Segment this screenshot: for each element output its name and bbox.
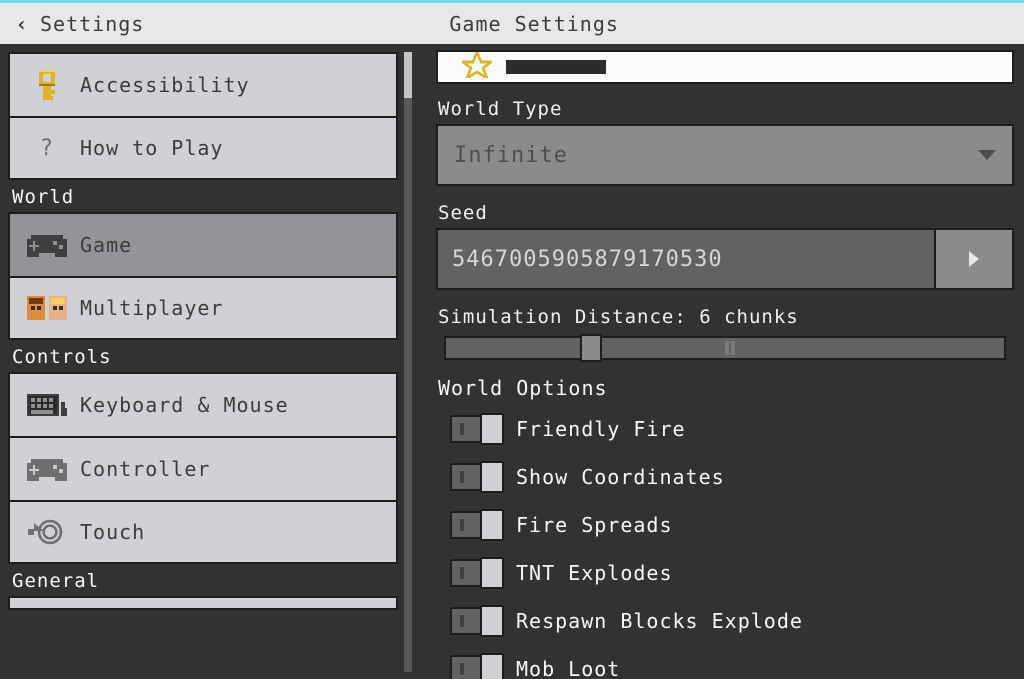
world-options-label: World Options xyxy=(438,376,1014,400)
sidebar-item-controller[interactable]: Controller xyxy=(8,436,398,500)
toggle-label: Respawn Blocks Explode xyxy=(516,609,803,633)
sidebar-item-how-to-play[interactable]: ? How to Play xyxy=(8,116,398,180)
toggle-respawn-blocks-explode[interactable]: Respawn Blocks Explode xyxy=(450,602,1014,640)
chevron-down-icon xyxy=(978,150,996,160)
sidebar-item-touch[interactable]: Touch xyxy=(8,500,398,564)
sidebar-item-label: Keyboard & Mouse xyxy=(80,393,289,417)
simulation-distance-label: Simulation Distance: 6 chunks xyxy=(438,306,1014,328)
controller-icon xyxy=(24,453,70,485)
toggle-mob-loot[interactable]: Mob Loot xyxy=(450,650,1014,679)
sidebar-group-world: World xyxy=(12,186,398,208)
sidebar-item-label: Touch xyxy=(80,520,145,544)
simulation-distance-slider[interactable] xyxy=(444,336,1006,360)
seed-picker-button[interactable] xyxy=(936,228,1014,290)
sidebar-item-label: Multiplayer xyxy=(80,296,223,320)
back-chevron-icon[interactable]: ‹ xyxy=(10,12,34,36)
toggle-show-coordinates[interactable]: Show Coordinates xyxy=(450,458,1014,496)
star-icon xyxy=(462,52,492,83)
keyboard-icon xyxy=(24,389,70,421)
sidebar-item-label: Controller xyxy=(80,457,210,481)
toggle-switch[interactable] xyxy=(450,511,502,539)
toggle-label: Friendly Fire xyxy=(516,417,686,441)
sidebar-scrollbar-thumb[interactable] xyxy=(404,52,412,98)
world-type-value: Infinite xyxy=(454,143,568,168)
chevron-right-icon xyxy=(969,251,979,267)
sidebar-item-label: How to Play xyxy=(80,136,223,160)
world-type-dropdown[interactable]: Infinite xyxy=(436,124,1014,186)
toggle-label: TNT Explodes xyxy=(516,561,673,585)
toggle-switch[interactable] xyxy=(450,463,502,491)
toggle-tnt-explodes[interactable]: TNT Explodes xyxy=(450,554,1014,592)
seed-value: 5467005905879170530 xyxy=(452,247,723,272)
slider-thumb[interactable] xyxy=(580,334,602,362)
sidebar-scrollbar[interactable] xyxy=(404,52,412,672)
seed-label: Seed xyxy=(438,202,1014,224)
toggle-fire-spreads[interactable]: Fire Spreads xyxy=(450,506,1014,544)
obscured-section-title xyxy=(506,60,606,74)
players-icon xyxy=(24,292,70,324)
world-type-label: World Type xyxy=(438,98,1014,120)
key-icon xyxy=(24,69,70,101)
sidebar-group-general: General xyxy=(12,570,398,592)
toggle-switch[interactable] xyxy=(450,559,502,587)
controller-icon xyxy=(24,229,70,261)
toggle-label: Show Coordinates xyxy=(516,465,725,489)
toggle-label: Fire Spreads xyxy=(516,513,673,537)
seed-input[interactable]: 5467005905879170530 xyxy=(436,228,936,290)
sidebar-item-game[interactable]: Game xyxy=(8,212,398,276)
toggle-switch[interactable] xyxy=(450,607,502,635)
section-header-strip[interactable] xyxy=(436,50,1014,84)
back-label[interactable]: Settings xyxy=(40,12,144,36)
sidebar-group-controls: Controls xyxy=(12,346,398,368)
sidebar: Accessibility ? How to Play World xyxy=(8,52,398,679)
settings-panel: World Type Infinite Seed 546700590587917… xyxy=(418,44,1024,679)
touch-icon xyxy=(24,516,70,548)
sidebar-item-keyboard-mouse[interactable]: Keyboard & Mouse xyxy=(8,372,398,436)
toggle-label: Mob Loot xyxy=(516,657,620,679)
slider-tick xyxy=(725,341,729,355)
sidebar-item-label: Accessibility xyxy=(80,73,250,97)
title-bar: ‹ Settings Game Settings xyxy=(0,0,1024,44)
page-title: Game Settings xyxy=(144,12,1024,36)
question-icon: ? xyxy=(24,132,70,164)
sidebar-item-multiplayer[interactable]: Multiplayer xyxy=(8,276,398,340)
slider-tick xyxy=(731,341,735,355)
toggle-switch[interactable] xyxy=(450,415,502,443)
sidebar-item-label: Game xyxy=(80,233,132,257)
toggle-switch[interactable] xyxy=(450,655,502,679)
sidebar-item-accessibility[interactable]: Accessibility xyxy=(8,52,398,116)
toggle-friendly-fire[interactable]: Friendly Fire xyxy=(450,410,1014,448)
sidebar-item-partial[interactable] xyxy=(8,596,398,610)
